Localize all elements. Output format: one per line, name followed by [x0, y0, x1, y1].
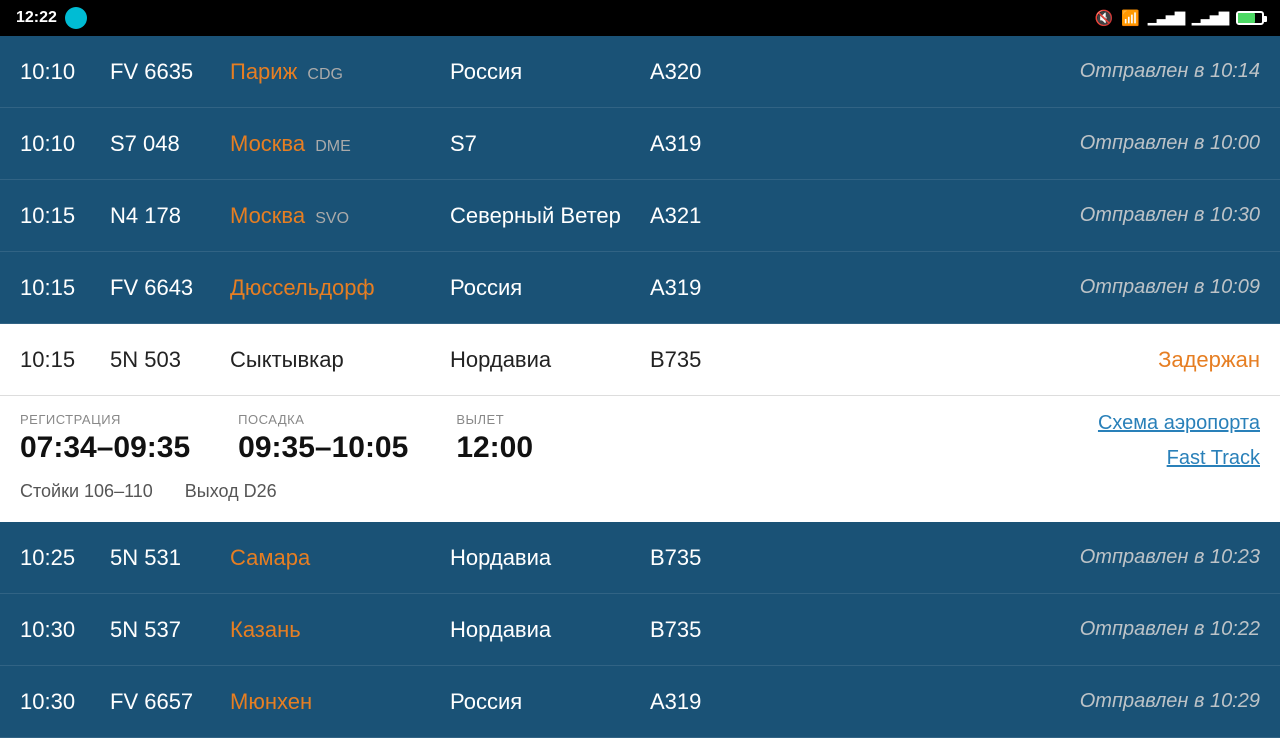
signal1-icon: ▁▃▅▇	[1148, 10, 1184, 26]
boarding-block: ПОСАДКА 09:35–10:05	[238, 412, 408, 465]
flight-status: Отправлен в 10:29	[740, 690, 1260, 713]
status-right: 🔇 📶 ▁▃▅▇ ▁▃▅▇	[1095, 9, 1264, 27]
expanded-flight-destination: Сыктывкар	[230, 347, 450, 373]
mute-icon: 🔇	[1095, 9, 1114, 27]
expanded-flight-status: Задержан	[740, 347, 1260, 373]
expanded-flight-airline: Нордавиа	[450, 347, 650, 373]
flight-time: 10:10	[20, 59, 110, 85]
flight-status: Отправлен в 10:23	[740, 546, 1260, 569]
flight-aircraft: A320	[650, 59, 740, 85]
registration-block: РЕГИСТРАЦИЯ 07:34–09:35	[20, 412, 190, 465]
table-row[interactable]: 10:25 5N 531 Самара Нордавиа B735 Отправ…	[0, 522, 1280, 594]
flight-destination: Москва SVO	[230, 203, 450, 229]
departure-value: 12:00	[456, 431, 533, 465]
expanded-flight-number: 5N 503	[110, 347, 230, 373]
flight-destination: Москва DME	[230, 131, 450, 157]
app-icon	[65, 7, 87, 29]
flight-number: FV 6643	[110, 275, 230, 301]
flight-aircraft: A319	[650, 131, 740, 157]
boarding-label: ПОСАДКА	[238, 412, 408, 427]
flight-destination: Казань	[230, 617, 450, 643]
flight-status: Отправлен в 10:14	[740, 60, 1260, 83]
flight-aircraft: A321	[650, 203, 740, 229]
fast-track-link[interactable]: Fast Track	[1167, 447, 1260, 470]
registration-value: 07:34–09:35	[20, 431, 190, 465]
details-right: Схема аэропорта Fast Track	[1040, 412, 1260, 470]
flight-aircraft: A319	[650, 275, 740, 301]
flight-time: 10:15	[20, 275, 110, 301]
expanded-details-panel: РЕГИСТРАЦИЯ 07:34–09:35 ПОСАДКА 09:35–10…	[0, 396, 1280, 522]
expanded-main-row[interactable]: 10:15 5N 503 Сыктывкар Нордавиа B735 Зад…	[0, 324, 1280, 396]
flight-table: 10:10 FV 6635 Париж CDG Россия A320 Отпр…	[0, 36, 1280, 738]
flight-number: S7 048	[110, 131, 230, 157]
table-row[interactable]: 10:15 N4 178 Москва SVO Северный Ветер A…	[0, 180, 1280, 252]
flight-airline: Нордавиа	[450, 617, 650, 643]
table-row[interactable]: 10:30 5N 537 Казань Нордавиа B735 Отправ…	[0, 594, 1280, 666]
table-row[interactable]: 10:10 S7 048 Москва DME S7 A319 Отправле…	[0, 108, 1280, 180]
flight-number: 5N 537	[110, 617, 230, 643]
battery-icon	[1236, 11, 1264, 25]
expanded-flight-aircraft: B735	[650, 347, 740, 373]
time-display: 12:22	[16, 9, 57, 27]
airport-schema-link[interactable]: Схема аэропорта	[1098, 412, 1260, 435]
flight-airline: Россия	[450, 275, 650, 301]
flight-airline: Северный Ветер	[450, 203, 650, 229]
flight-aircraft: A319	[650, 689, 740, 715]
expanded-flight-row[interactable]: 10:15 5N 503 Сыктывкар Нордавиа B735 Зад…	[0, 324, 1280, 522]
flight-number: 5N 531	[110, 545, 230, 571]
table-row[interactable]: 10:10 FV 6635 Париж CDG Россия A320 Отпр…	[0, 36, 1280, 108]
flight-destination: Самара	[230, 545, 450, 571]
status-bar: 12:22 🔇 📶 ▁▃▅▇ ▁▃▅▇	[0, 0, 1280, 36]
gate-info-row: Стойки 106–110 Выход D26	[20, 481, 1040, 502]
details-left: РЕГИСТРАЦИЯ 07:34–09:35 ПОСАДКА 09:35–10…	[20, 412, 1040, 502]
status-left: 12:22	[16, 7, 87, 29]
flight-number: N4 178	[110, 203, 230, 229]
counters-info: Стойки 106–110	[20, 481, 153, 502]
flight-destination: Мюнхен	[230, 689, 450, 715]
flight-airline: Россия	[450, 689, 650, 715]
departure-block: ВЫЛЕТ 12:00	[456, 412, 533, 465]
wifi-icon: 📶	[1121, 9, 1140, 27]
flight-airline: S7	[450, 131, 650, 157]
gate-info: Выход D26	[185, 481, 277, 502]
flight-airline: Россия	[450, 59, 650, 85]
flight-time: 10:30	[20, 689, 110, 715]
flight-number: FV 6657	[110, 689, 230, 715]
flight-status: Отправлен в 10:22	[740, 618, 1260, 641]
flight-destination: Дюссельдорф	[230, 275, 450, 301]
flight-status: Отправлен в 10:00	[740, 132, 1260, 155]
table-row[interactable]: 10:15 FV 6643 Дюссельдорф Россия A319 От…	[0, 252, 1280, 324]
flight-status: Отправлен в 10:09	[740, 276, 1260, 299]
flight-destination: Париж CDG	[230, 59, 450, 85]
flight-status: Отправлен в 10:30	[740, 204, 1260, 227]
boarding-value: 09:35–10:05	[238, 431, 408, 465]
flight-time: 10:10	[20, 131, 110, 157]
registration-label: РЕГИСТРАЦИЯ	[20, 412, 190, 427]
expanded-flight-time: 10:15	[20, 347, 110, 373]
flight-airline: Нордавиа	[450, 545, 650, 571]
signal2-icon: ▁▃▅▇	[1192, 10, 1228, 26]
departure-label: ВЫЛЕТ	[456, 412, 533, 427]
flight-aircraft: B735	[650, 545, 740, 571]
flight-aircraft: B735	[650, 617, 740, 643]
flight-time: 10:30	[20, 617, 110, 643]
table-row[interactable]: 10:30 FV 6657 Мюнхен Россия A319 Отправл…	[0, 666, 1280, 738]
flight-time: 10:15	[20, 203, 110, 229]
flight-time: 10:25	[20, 545, 110, 571]
flight-number: FV 6635	[110, 59, 230, 85]
